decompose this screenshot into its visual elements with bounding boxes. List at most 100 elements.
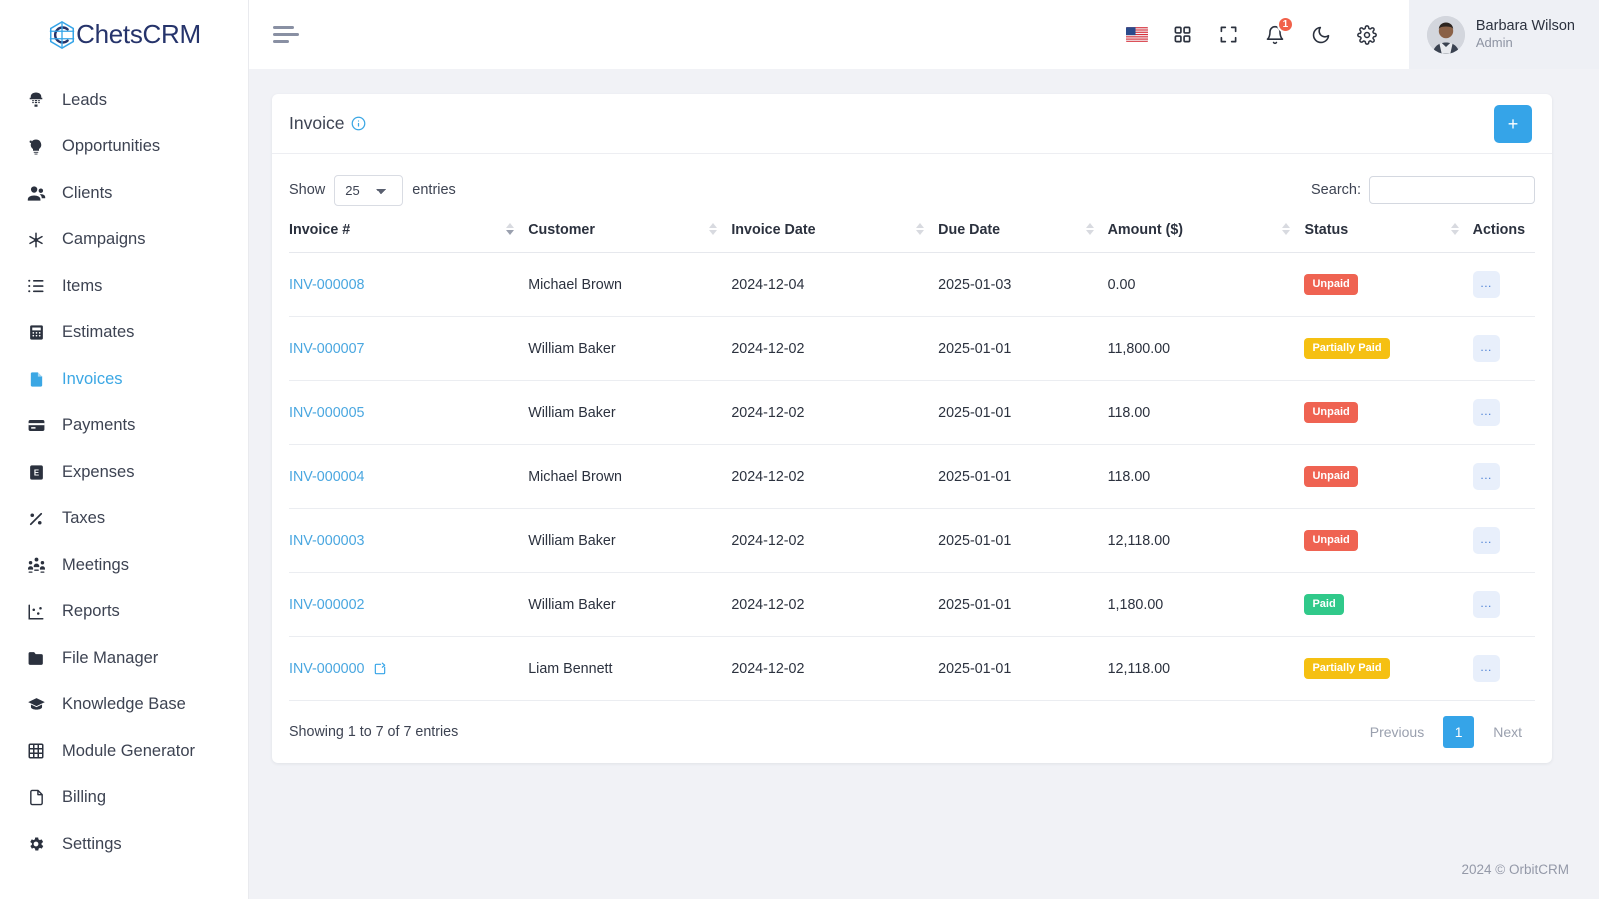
entries-label: entries (412, 182, 456, 198)
column-header-due-date[interactable]: Due Date (938, 222, 1108, 253)
cell-actions: ... (1472, 444, 1535, 509)
main-area: 1 Barbara Wilson Admin Invoice + Show 25… (249, 0, 1599, 899)
sidebar-item-leads[interactable]: Leads (0, 77, 248, 124)
language-flag-icon[interactable] (1125, 23, 1149, 47)
column-header-invoice-date[interactable]: Invoice Date (731, 222, 939, 253)
row-actions-button[interactable]: ... (1472, 591, 1500, 618)
invoice-link[interactable]: INV-000002 (289, 597, 365, 613)
sort-indicator[interactable] (1085, 223, 1094, 235)
hamburger-icon[interactable] (273, 25, 299, 45)
sort-indicator[interactable] (1450, 223, 1459, 235)
sidebar-item-module-generator[interactable]: Module Generator (0, 728, 248, 775)
sidebar-item-opportunities[interactable]: Opportunities (0, 124, 248, 171)
add-invoice-button[interactable]: + (1494, 104, 1532, 143)
file-icon (26, 369, 46, 389)
sidebar-item-campaigns[interactable]: Campaigns (0, 217, 248, 264)
table-row[interactable]: INV-000002 William Baker 2024-12-02 2025… (289, 572, 1535, 637)
invoice-link[interactable]: INV-000008 (289, 277, 365, 293)
cell-customer: William Baker (528, 572, 732, 637)
column-label: Status (1304, 222, 1349, 238)
sidebar-item-label: Estimates (62, 323, 135, 342)
page-length-select[interactable]: 10 25 50 100 (334, 174, 404, 206)
sort-indicator[interactable] (1282, 223, 1291, 235)
apps-grid-icon[interactable] (1171, 23, 1195, 47)
cell-actions: ... (1472, 636, 1535, 701)
sidebar-item-label: Items (62, 276, 103, 295)
user-profile-menu[interactable]: Barbara Wilson Admin (1408, 0, 1599, 69)
pagination-page-1[interactable]: 1 (1443, 716, 1475, 748)
sidebar-item-expenses[interactable]: E Expenses (0, 449, 248, 496)
cell-actions: ... (1472, 572, 1535, 637)
table-row[interactable]: INV-000005 William Baker 2024-12-02 2025… (289, 380, 1535, 445)
sort-indicator[interactable] (916, 223, 925, 235)
cell-due-date: 2025-01-01 (938, 636, 1108, 701)
sidebar-item-reports[interactable]: Reports (0, 589, 248, 636)
status-badge: Unpaid (1304, 466, 1358, 487)
sidebar-item-items[interactable]: Items (0, 263, 248, 310)
column-header-invoice-number[interactable]: Invoice # (289, 222, 529, 253)
datatable-controls: Show 10 25 50 100 entries Search: (289, 172, 1535, 208)
sidebar-item-billing[interactable]: Billing (0, 775, 248, 822)
status-badge: Partially Paid (1304, 338, 1390, 359)
table-row[interactable]: INV-000003 William Baker 2024-12-02 2025… (289, 508, 1535, 573)
cell-due-date: 2025-01-01 (938, 508, 1108, 573)
search-label: Search: (1311, 182, 1361, 198)
info-circle-icon[interactable] (351, 116, 366, 131)
sidebar-item-taxes[interactable]: Taxes (0, 496, 248, 543)
cell-status: Unpaid (1304, 444, 1473, 509)
copyright-text: 2024 © OrbitCRM (1461, 861, 1569, 877)
brand-logo[interactable]: ChetsCRM (0, 0, 248, 69)
sidebar-item-meetings[interactable]: Meetings (0, 542, 248, 589)
table-row[interactable]: INV-000007 William Baker 2024-12-02 2025… (289, 316, 1535, 381)
fullscreen-icon[interactable] (1217, 23, 1241, 47)
sidebar-item-invoices[interactable]: Invoices (0, 356, 248, 403)
list-icon (26, 276, 46, 296)
sidebar-item-label: Payments (62, 416, 136, 435)
row-actions-button[interactable]: ... (1472, 527, 1500, 554)
expense-icon: E (26, 462, 46, 482)
column-header-amount[interactable]: Amount ($) (1107, 222, 1305, 253)
cell-invoice-number: INV-000003 (289, 508, 529, 573)
lightbulb-icon (26, 137, 46, 157)
sidebar-item-payments[interactable]: Payments (0, 403, 248, 450)
search-input[interactable] (1369, 176, 1535, 204)
cell-status: Unpaid (1304, 508, 1473, 573)
sort-indicator[interactable] (506, 223, 515, 235)
table-row[interactable]: INV-000008 Michael Brown 2024-12-04 2025… (289, 252, 1535, 317)
invoice-link[interactable]: INV-000004 (289, 469, 365, 485)
row-actions-button[interactable]: ... (1472, 655, 1500, 682)
invoice-link[interactable]: INV-000003 (289, 533, 365, 549)
datatable-footer: Showing 1 to 7 of 7 entries Previous 1 N… (289, 701, 1535, 763)
dark-mode-moon-icon[interactable] (1309, 23, 1333, 47)
invoice-link[interactable]: INV-000005 (289, 405, 365, 421)
pagination-previous[interactable]: Previous (1357, 717, 1437, 747)
invoice-link[interactable]: INV-000000 (289, 661, 365, 677)
sidebar-item-estimates[interactable]: Estimates (0, 310, 248, 357)
table-row[interactable]: INV-000004 Michael Brown 2024-12-02 2025… (289, 444, 1535, 509)
cell-due-date: 2025-01-01 (938, 316, 1108, 381)
cell-amount: 118.00 (1107, 444, 1305, 509)
table-row[interactable]: INV-000000 Liam Bennett 2024-12-02 2025-… (289, 636, 1535, 701)
sidebar-item-clients[interactable]: Clients (0, 170, 248, 217)
notifications-bell-icon[interactable]: 1 (1263, 15, 1294, 47)
settings-gear-icon[interactable] (1355, 23, 1379, 47)
row-actions-button[interactable]: ... (1472, 335, 1500, 362)
sidebar-item-knowledge-base[interactable]: Knowledge Base (0, 682, 248, 729)
sidebar-item-settings[interactable]: Settings (0, 821, 248, 868)
table-header-row: Invoice # Customer Invoice Date Due Date… (289, 222, 1535, 253)
sidebar-item-file-manager[interactable]: File Manager (0, 635, 248, 682)
recurring-invoice-icon[interactable] (373, 662, 387, 676)
sort-indicator[interactable] (709, 223, 718, 235)
row-actions-button[interactable]: ... (1472, 463, 1500, 490)
row-actions-button[interactable]: ... (1472, 399, 1500, 426)
column-header-customer[interactable]: Customer (528, 222, 732, 253)
cell-invoice-number: INV-000002 (289, 572, 529, 637)
column-header-status[interactable]: Status (1304, 222, 1473, 253)
cell-due-date: 2025-01-01 (938, 444, 1108, 509)
topbar-icons: 1 (1125, 15, 1409, 47)
pagination-next[interactable]: Next (1480, 717, 1535, 747)
row-actions-button[interactable]: ... (1472, 271, 1500, 298)
cell-amount: 0.00 (1107, 252, 1305, 317)
invoice-link[interactable]: INV-000007 (289, 341, 365, 357)
sidebar-item-label: Taxes (62, 509, 106, 528)
